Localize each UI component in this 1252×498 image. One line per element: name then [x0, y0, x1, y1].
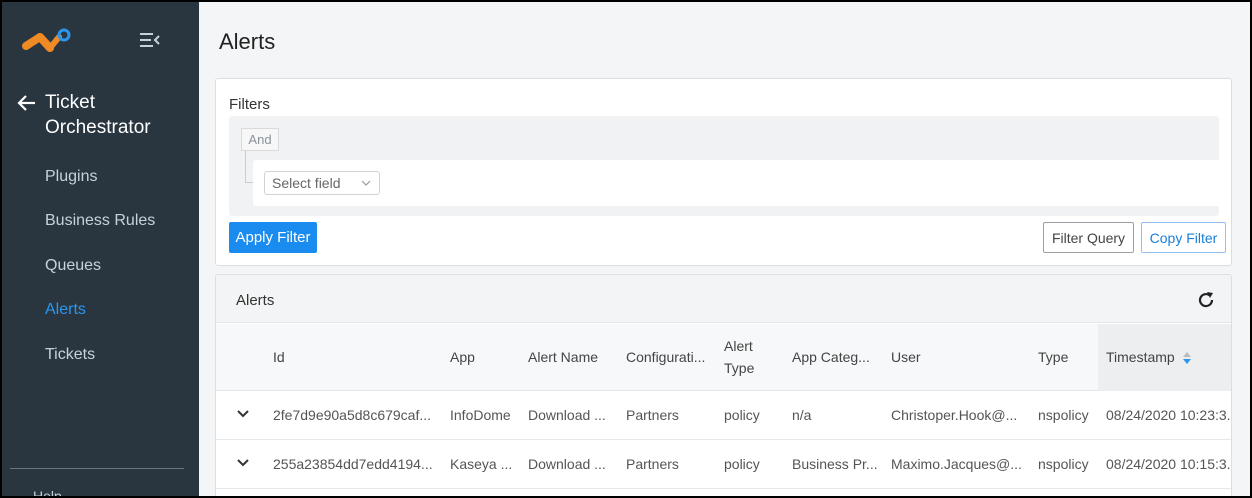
- column-header-app[interactable]: App: [450, 346, 475, 368]
- column-header-app-category[interactable]: App Categ...: [792, 346, 870, 368]
- column-header-timestamp-label: Timestamp: [1106, 349, 1175, 365]
- cell-id: 255a23854dd7edd4194...: [273, 456, 433, 472]
- column-header-user[interactable]: User: [891, 346, 921, 368]
- table-row[interactable]: 2fe7d9e90a5d8c679caf... InfoDome Downloa…: [216, 391, 1231, 440]
- operator-and-toggle[interactable]: And: [241, 128, 279, 151]
- cell-user: Christoper.Hook@...: [891, 407, 1018, 423]
- app-logo-icon: [22, 28, 71, 52]
- column-header-timestamp[interactable]: Timestamp: [1106, 346, 1191, 368]
- query-builder: And Select field: [229, 116, 1221, 216]
- column-header-alert-type[interactable]: Alert Type: [724, 335, 764, 379]
- alerts-table-panel: Alerts Id App Alert Name Configurati... …: [215, 274, 1232, 498]
- sort-icon[interactable]: [1182, 352, 1191, 365]
- cell-configuration: Partners: [626, 456, 679, 472]
- cell-app-category: Business Pr...: [792, 456, 878, 472]
- sidebar-item-help[interactable]: Help: [33, 488, 62, 498]
- cell-configuration: Partners: [626, 407, 679, 423]
- collapse-menu-icon[interactable]: [138, 30, 162, 50]
- cell-app: InfoDome: [450, 407, 511, 423]
- expand-row-chevron-icon[interactable]: [236, 409, 250, 419]
- apply-filter-button[interactable]: Apply Filter: [229, 222, 317, 253]
- filters-label: Filters: [229, 96, 270, 113]
- back-to-app[interactable]: Ticket Orchestrator: [16, 90, 175, 140]
- sidebar-item-tickets[interactable]: Tickets: [45, 346, 95, 364]
- filter-rule-row: Select field: [253, 160, 1221, 206]
- cell-alert-type: policy: [724, 456, 760, 472]
- cell-alert-name: Download ...: [528, 456, 606, 472]
- refresh-icon[interactable]: [1196, 290, 1216, 310]
- column-header-type[interactable]: Type: [1038, 346, 1068, 368]
- cell-type: nspolicy: [1038, 456, 1089, 472]
- cell-user: Maximo.Jacques@...: [891, 456, 1022, 472]
- back-arrow-icon[interactable]: [16, 92, 38, 114]
- cell-app: Kaseya ...: [450, 456, 513, 472]
- cell-timestamp: 08/24/2020 10:15:3...: [1106, 456, 1232, 472]
- alerts-table-title: Alerts: [236, 292, 275, 309]
- sidebar: Ticket Orchestrator Plugins Business Rul…: [0, 0, 199, 498]
- sidebar-item-alerts[interactable]: Alerts: [45, 301, 86, 319]
- sidebar-item-queues[interactable]: Queues: [45, 257, 101, 275]
- select-field-placeholder: Select field: [272, 175, 341, 191]
- app-title: Ticket Orchestrator: [45, 92, 151, 138]
- filters-panel: Filters And Select field Apply Filter Fi…: [215, 78, 1232, 266]
- cell-alert-type: policy: [724, 407, 760, 423]
- expand-row-chevron-icon[interactable]: [236, 458, 250, 468]
- table-row[interactable]: 255a23854dd7edd4194... Kaseya ... Downlo…: [216, 440, 1231, 489]
- cell-type: nspolicy: [1038, 407, 1089, 423]
- cell-id: 2fe7d9e90a5d8c679caf...: [273, 407, 432, 423]
- copy-filter-button[interactable]: Copy Filter: [1141, 222, 1226, 253]
- cell-app-category: n/a: [792, 407, 812, 423]
- column-header-id[interactable]: Id: [273, 346, 285, 368]
- page-title: Alerts: [219, 29, 276, 54]
- column-header-alert-name[interactable]: Alert Name: [528, 346, 598, 368]
- table-header: Id App Alert Name Configurati... Alert T…: [216, 324, 1231, 391]
- alerts-header: Alerts: [216, 275, 1231, 323]
- cell-timestamp: 08/24/2020 10:23:3...: [1106, 407, 1232, 423]
- sidebar-item-business-rules[interactable]: Business Rules: [45, 212, 155, 230]
- filter-query-button[interactable]: Filter Query: [1043, 222, 1134, 253]
- column-header-configuration[interactable]: Configurati...: [626, 346, 705, 368]
- main-content: Alerts Filters And Select field Apply Fi…: [199, 0, 1252, 498]
- cell-alert-name: Download ...: [528, 407, 606, 423]
- chevron-down-icon: [361, 180, 371, 186]
- sidebar-divider: [10, 468, 184, 469]
- select-field-dropdown[interactable]: Select field: [264, 171, 380, 195]
- sidebar-item-plugins[interactable]: Plugins: [45, 168, 97, 186]
